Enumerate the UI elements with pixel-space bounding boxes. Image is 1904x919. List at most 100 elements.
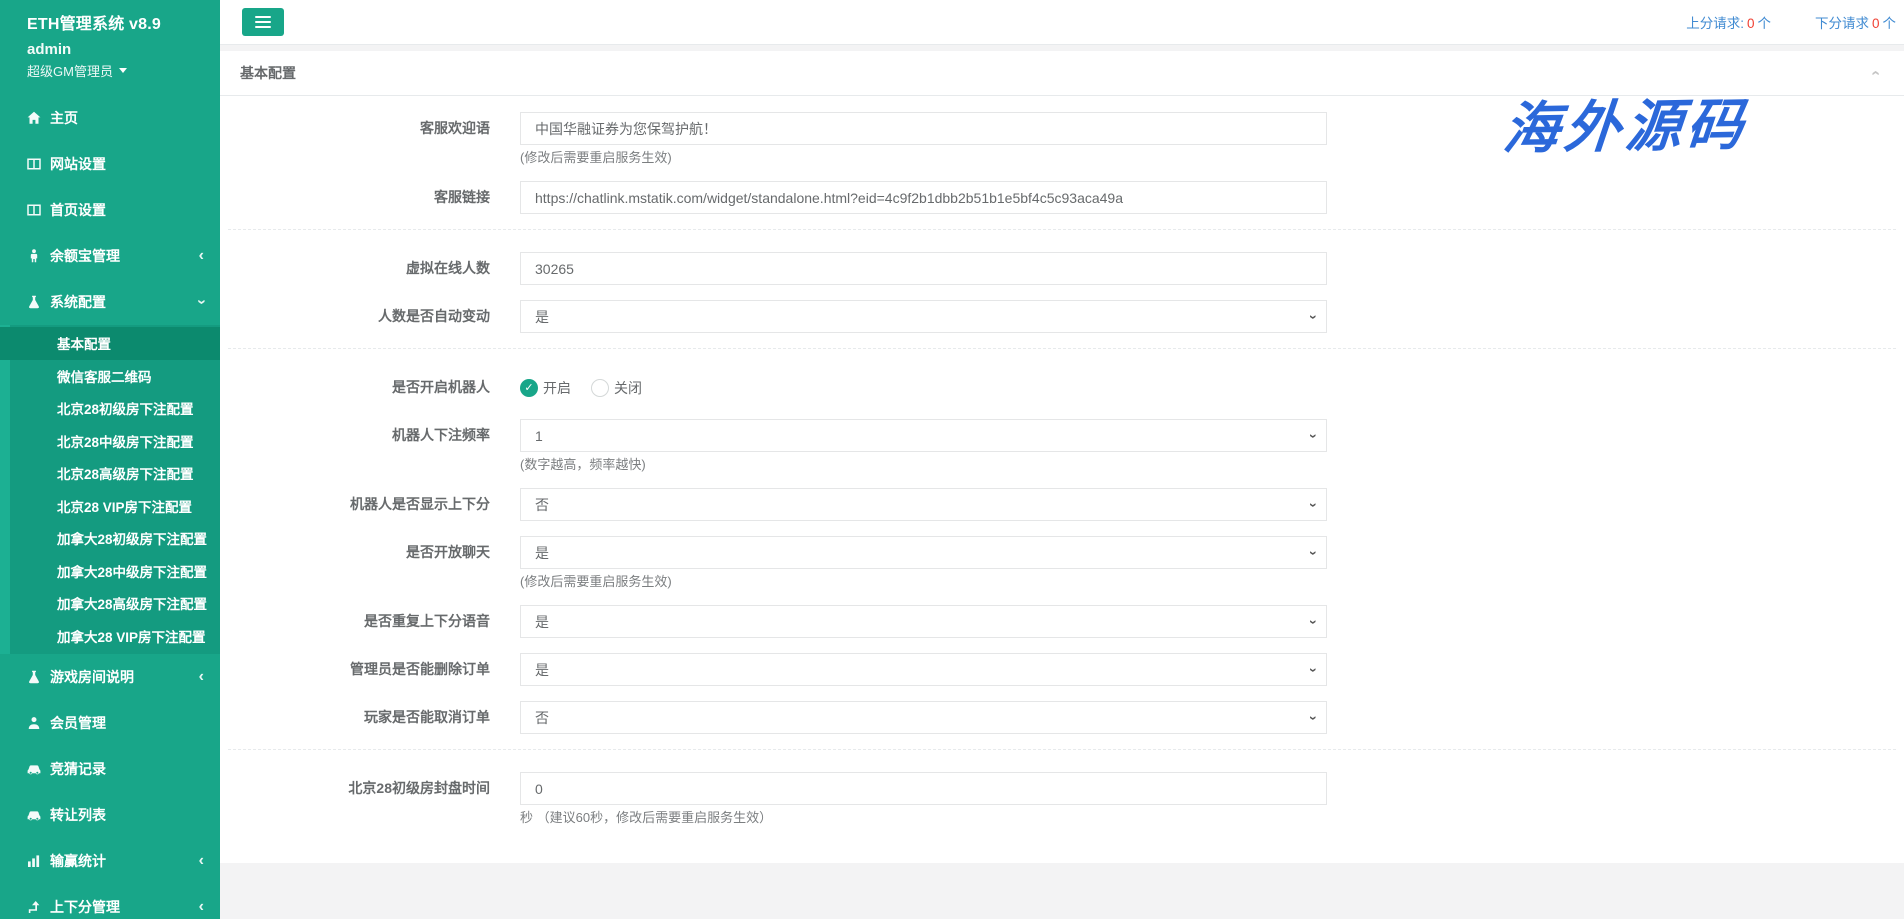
radio-checked-icon: ✓ (520, 379, 538, 397)
select-chevron-icon: ‹ (1305, 550, 1319, 555)
robot-enabled-option-0[interactable]: ✓开启 (520, 378, 571, 398)
robot-show-updown-select[interactable]: 否‹ (520, 488, 1327, 521)
bar-chart-icon (27, 854, 41, 868)
select-value: 是 (535, 660, 549, 680)
service-link-input[interactable] (520, 181, 1327, 214)
field-label: 机器人下注频率 (220, 419, 520, 473)
select-value: 是 (535, 612, 549, 632)
form-row-player-can-cancel-order: 玩家是否能取消订单否‹ (220, 701, 1904, 734)
sidebar-item-site-settings[interactable]: 网站设置 (0, 141, 220, 187)
basic-config-panel: 基本配置 ‹ 客服欢迎语(修改后需要重启服务生效)客服链接虚拟在线人数人数是否自… (220, 51, 1904, 863)
player-can-cancel-order-select[interactable]: 否‹ (520, 701, 1327, 734)
sidebar-item-yuebao-management[interactable]: 余额宝管理‹ (0, 233, 220, 279)
sidebar-item-label: 竞猜记录 (50, 759, 106, 779)
chevron-down-icon: ‹ (193, 299, 209, 304)
flask-icon (27, 670, 41, 684)
field-hint: (修改后需要重启服务生效) (520, 149, 1327, 166)
section-divider (228, 749, 1896, 750)
select-value: 是 (535, 307, 549, 327)
field-control: ✓开启 关闭 (520, 371, 1327, 404)
level-up-icon (27, 900, 41, 914)
hamburger-icon (255, 16, 271, 18)
form-row-robot-show-updown: 机器人是否显示上下分否‹ (220, 488, 1904, 521)
up-score-suffix: 个 (1757, 16, 1771, 31)
sidebar-subitem-ca28-senior-bet-config[interactable]: 加拿大28高级房下注配置 (10, 587, 220, 620)
radio-unchecked-icon (591, 379, 609, 397)
section-divider (228, 229, 1896, 230)
section-divider (228, 348, 1896, 349)
chevron-left-icon: ‹ (199, 669, 204, 685)
field-label: 是否开启机器人 (220, 371, 520, 404)
sidebar-item-label: 上下分管理 (50, 897, 120, 917)
caret-down-icon (119, 68, 127, 73)
field-control: 秒 （建议60秒，修改后需要重启服务生效） (520, 772, 1327, 826)
robot-enabled-option-1[interactable]: 关闭 (591, 378, 642, 398)
select-chevron-icon: ‹ (1305, 667, 1319, 672)
sidebar-subitem-bj28-vip-bet-config[interactable]: 北京28 VIP房下注配置 (10, 490, 220, 523)
down-score-suffix: 个 (1883, 16, 1897, 31)
form-row-service-welcome: 客服欢迎语(修改后需要重启服务生效) (220, 112, 1904, 166)
sidebar-item-guess-records[interactable]: 竞猜记录 (0, 746, 220, 792)
male-icon (27, 249, 41, 263)
virtual-online-count-input[interactable] (520, 252, 1327, 285)
chat-open-select[interactable]: 是‹ (520, 536, 1327, 569)
down-score-count: 0 (1872, 16, 1880, 31)
sidebar-subitem-basic-config[interactable]: 基本配置 (0, 327, 220, 360)
user-role-dropdown[interactable]: 超级GM管理员 (27, 61, 206, 80)
main-area: 上分请求:0个 下分请求0个 基本配置 ‹ 客服欢迎语(修改后需要重启服务生效)… (220, 0, 1904, 919)
form-row-chat-open: 是否开放聊天是‹(修改后需要重启服务生效) (220, 536, 1904, 590)
sidebar-subitem-ca28-vip-bet-config[interactable]: 加拿大28 VIP房下注配置 (10, 620, 220, 653)
sidebar-item-win-loss-stats[interactable]: 输赢统计‹ (0, 838, 220, 884)
field-control: (修改后需要重启服务生效) (520, 112, 1327, 166)
sidebar-item-member-management[interactable]: 会员管理 (0, 700, 220, 746)
bj28-junior-close-time-input[interactable] (520, 772, 1327, 805)
chevron-up-icon[interactable]: ‹ (1867, 70, 1883, 75)
up-score-requests-link[interactable]: 上分请求:0个 (1686, 12, 1771, 32)
sidebar-item-label: 系统配置 (50, 292, 106, 312)
sidebar-subitem-ca28-middle-bet-config[interactable]: 加拿大28中级房下注配置 (10, 555, 220, 588)
field-hint: 秒 （建议60秒，修改后需要重启服务生效） (520, 809, 1327, 826)
sidebar-subitem-bj28-junior-bet-config[interactable]: 北京28初级房下注配置 (10, 392, 220, 425)
sidebar-header: ETH管理系统 v8.9 admin 超级GM管理员 (0, 0, 220, 80)
sidebar-item-system-config[interactable]: 系统配置 ‹ (0, 279, 220, 325)
sidebar-subitem-bj28-middle-bet-config[interactable]: 北京28中级房下注配置 (10, 425, 220, 458)
sidebar-item-up-down-score-management[interactable]: 上下分管理 ‹ (0, 884, 220, 919)
field-label: 机器人是否显示上下分 (220, 488, 520, 521)
sidebar-subitem-wechat-service-qrcode[interactable]: 微信客服二维码 (10, 360, 220, 393)
chevron-left-icon: ‹ (199, 899, 204, 915)
field-label: 北京28初级房封盘时间 (220, 772, 520, 826)
sidebar-item-game-room-description[interactable]: 游戏房间说明‹ (0, 654, 220, 700)
panel-title: 基本配置 (240, 63, 296, 83)
robot-bet-rate-select[interactable]: 1‹ (520, 419, 1327, 452)
field-control: 否‹ (520, 701, 1327, 734)
sidebar-subitem-ca28-junior-bet-config[interactable]: 加拿大28初级房下注配置 (10, 522, 220, 555)
down-score-requests-link[interactable]: 下分请求0个 (1815, 12, 1896, 32)
field-label: 管理员是否能删除订单 (220, 653, 520, 686)
sidebar-item-home[interactable]: 主页 (0, 95, 220, 141)
form-row-bj28-junior-close-time: 北京28初级房封盘时间秒 （建议60秒，修改后需要重启服务生效） (220, 772, 1904, 826)
service-welcome-input[interactable] (520, 112, 1327, 145)
auto-change-count-select[interactable]: 是‹ (520, 300, 1327, 333)
chevron-left-icon: ‹ (199, 853, 204, 869)
sidebar-item-label: 转让列表 (50, 805, 106, 825)
field-label: 客服欢迎语 (220, 112, 520, 166)
admin-can-delete-order-select[interactable]: 是‹ (520, 653, 1327, 686)
config-form: 客服欢迎语(修改后需要重启服务生效)客服链接虚拟在线人数人数是否自动变动是‹是否… (220, 96, 1904, 863)
sidebar-subitem-bj28-senior-bet-config[interactable]: 北京28高级房下注配置 (10, 457, 220, 490)
submenu-system-config: 基本配置微信客服二维码北京28初级房下注配置北京28中级房下注配置北京28高级房… (0, 325, 220, 654)
field-control: 是‹ (520, 300, 1327, 333)
select-value: 否 (535, 495, 549, 515)
car-icon (27, 762, 41, 776)
field-hint: (数字越高，频率越快) (520, 456, 1327, 473)
sidebar-item-transfer-list[interactable]: 转让列表 (0, 792, 220, 838)
select-chevron-icon: ‹ (1305, 502, 1319, 507)
sidebar-toggle-button[interactable] (242, 8, 284, 36)
field-control (520, 181, 1327, 214)
radio-label: 关闭 (614, 378, 642, 398)
sidebar-item-homepage-settings[interactable]: 首页设置 (0, 187, 220, 233)
field-hint: (修改后需要重启服务生效) (520, 573, 1327, 590)
car-icon (27, 808, 41, 822)
select-chevron-icon: ‹ (1305, 314, 1319, 319)
repeat-updown-voice-select[interactable]: 是‹ (520, 605, 1327, 638)
panel-header: 基本配置 ‹ (220, 51, 1904, 96)
